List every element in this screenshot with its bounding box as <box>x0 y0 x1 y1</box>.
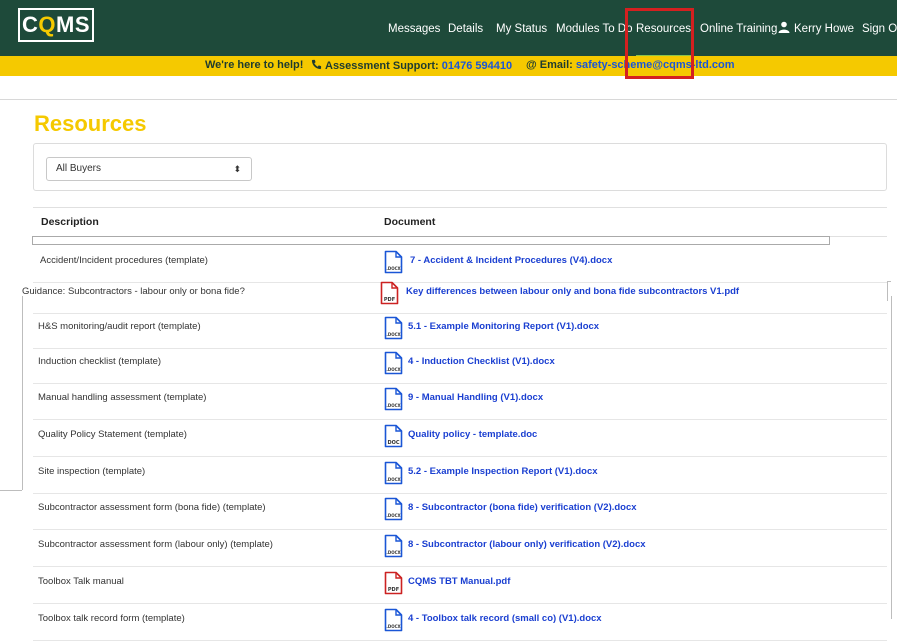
header-description: Description <box>41 216 99 228</box>
email-support: @ Email: safety-scheme@cqms-ltd.com <box>526 59 735 71</box>
pdf-icon[interactable]: PDF <box>384 571 403 595</box>
support-phone-link[interactable]: 01476 594410 <box>442 60 512 72</box>
select-value: All Buyers <box>56 163 102 174</box>
word-docx-icon[interactable]: .DOCX <box>384 608 403 632</box>
overlay-line <box>891 296 892 619</box>
table-row: Toolbox Talk manual PDF CQMS TBT Manual.pd… <box>33 566 887 604</box>
help-tagline: We're here to help! <box>205 59 304 71</box>
top-navbar: CQMS Messages Details My Status Modules … <box>0 0 897 58</box>
nav-my-status[interactable]: My Status <box>496 0 547 58</box>
row-description: Site inspection (template) <box>38 466 146 477</box>
nav-online-training[interactable]: Online Training <box>700 0 777 58</box>
overlay-line <box>887 281 891 301</box>
support-email-link[interactable]: safety-scheme@cqms-ltd.com <box>576 59 735 71</box>
table-header: Description Document <box>33 207 887 237</box>
pdf-icon[interactable]: PDF <box>380 281 399 305</box>
document-link[interactable]: 4 - Induction Checklist (V1).docx <box>408 356 555 367</box>
page-title: Resources <box>34 111 147 136</box>
overlay-line <box>0 490 22 491</box>
overlay-line <box>22 296 23 490</box>
table-row: Subcontractor assessment form (bona fide… <box>33 492 887 530</box>
document-link[interactable]: 5.1 - Example Monitoring Report (V1).doc… <box>408 321 599 332</box>
row-description: Subcontractor assessment form (bona fide… <box>38 502 266 513</box>
support-label: Assessment Support: <box>325 60 439 72</box>
help-bar: We're here to help! Assessment Support: … <box>0 56 897 76</box>
svg-text:.DOCX: .DOCX <box>386 403 400 408</box>
svg-text:.DOCX: .DOCX <box>386 266 400 271</box>
word-docx-icon[interactable]: .DOCX <box>384 387 403 411</box>
nav-details[interactable]: Details <box>448 0 483 58</box>
row-description: Induction checklist (template) <box>38 356 162 367</box>
svg-text:.DOCX: .DOCX <box>386 513 400 518</box>
svg-text:.DOCX: .DOCX <box>386 367 400 372</box>
nav-resources[interactable]: Resources <box>636 0 691 58</box>
word-docx-icon[interactable]: .DOCX <box>384 497 403 521</box>
assessment-support: Assessment Support: 01476 594410 <box>311 59 512 72</box>
row-description: Toolbox Talk manual <box>38 576 124 587</box>
email-label: @ Email: <box>526 59 573 71</box>
table-row: Subcontractor assessment form (labour on… <box>33 529 887 567</box>
nav-messages[interactable]: Messages <box>388 0 440 58</box>
table-row: Toolbox talk record form (template) .DOCX… <box>33 603 887 641</box>
header-document: Document <box>384 216 436 228</box>
document-link[interactable]: 8 - Subcontractor (bona fide) verificati… <box>408 502 637 513</box>
sort-arrows-icon: ⬍ <box>233 164 241 174</box>
row-description: Quality Policy Statement (template) <box>38 429 187 440</box>
user-icon <box>778 21 790 33</box>
table-row: Manual handling assessment (template) .DO… <box>33 382 887 420</box>
document-link[interactable]: Key differences between labour only and … <box>406 286 739 297</box>
overlay-outline <box>32 236 830 245</box>
svg-text:.DOCX: .DOCX <box>386 624 400 629</box>
user-name: Kerry Howe <box>794 23 855 35</box>
row-description: Accident/Incident procedures (template) <box>40 255 208 266</box>
document-link[interactable]: 7 - Accident & Incident Procedures (V4).… <box>410 255 612 266</box>
word-docx-icon[interactable]: .DOCX <box>384 351 403 375</box>
nav-sign-out[interactable]: Sign Out <box>862 0 897 58</box>
svg-text:PDF: PDF <box>384 297 395 303</box>
svg-text:.DOCX: .DOCX <box>386 332 400 337</box>
document-link[interactable]: 9 - Manual Handling (V1).docx <box>408 392 543 403</box>
row-description: Manual handling assessment (template) <box>38 392 207 403</box>
row-description: H&S monitoring/audit report (template) <box>38 321 201 332</box>
table-row: Guidance: Subcontractors - labour only o… <box>22 276 887 314</box>
nav-modules-to-do[interactable]: Modules To Do <box>556 0 633 58</box>
cqms-logo[interactable]: CQMS <box>18 8 94 42</box>
document-link[interactable]: 5.2 - Example Inspection Report (V1).doc… <box>408 466 598 477</box>
svg-text:PDF: PDF <box>388 587 399 593</box>
row-description: Subcontractor assessment form (labour on… <box>38 539 273 550</box>
row-description: Guidance: Subcontractors - labour only o… <box>22 286 245 297</box>
document-link[interactable]: Quality policy - template.doc <box>408 429 537 440</box>
divider <box>0 99 897 100</box>
table-row: H&S monitoring/audit report (template) .D… <box>33 311 887 349</box>
word-docx-icon[interactable]: .DOCX <box>384 250 403 274</box>
svg-text:.DOCX: .DOCX <box>386 550 400 555</box>
buyer-filter-select[interactable]: All Buyers ⬍ <box>46 157 252 181</box>
word-doc-icon[interactable]: DOC <box>384 424 403 448</box>
word-docx-icon[interactable]: .DOCX <box>384 461 403 485</box>
nav-user-menu[interactable]: Kerry Howe <box>778 0 854 58</box>
word-docx-icon[interactable]: .DOCX <box>384 316 403 340</box>
document-link[interactable]: CQMS TBT Manual.pdf <box>408 576 510 587</box>
document-link[interactable]: 8 - Subcontractor (labour only) verifica… <box>408 539 646 550</box>
table-row: Quality Policy Statement (template) DOC Qu… <box>33 419 887 457</box>
svg-text:DOC: DOC <box>387 440 399 446</box>
table-row: Site inspection (template) .DOCX 5.2 - Exa… <box>33 456 887 494</box>
svg-text:.DOCX: .DOCX <box>386 477 400 482</box>
table-row: Induction checklist (template) .DOCX 4 - I… <box>33 346 887 384</box>
phone-icon <box>311 59 322 70</box>
word-docx-icon[interactable]: .DOCX <box>384 534 403 558</box>
filter-panel: All Buyers ⬍ <box>33 143 887 191</box>
